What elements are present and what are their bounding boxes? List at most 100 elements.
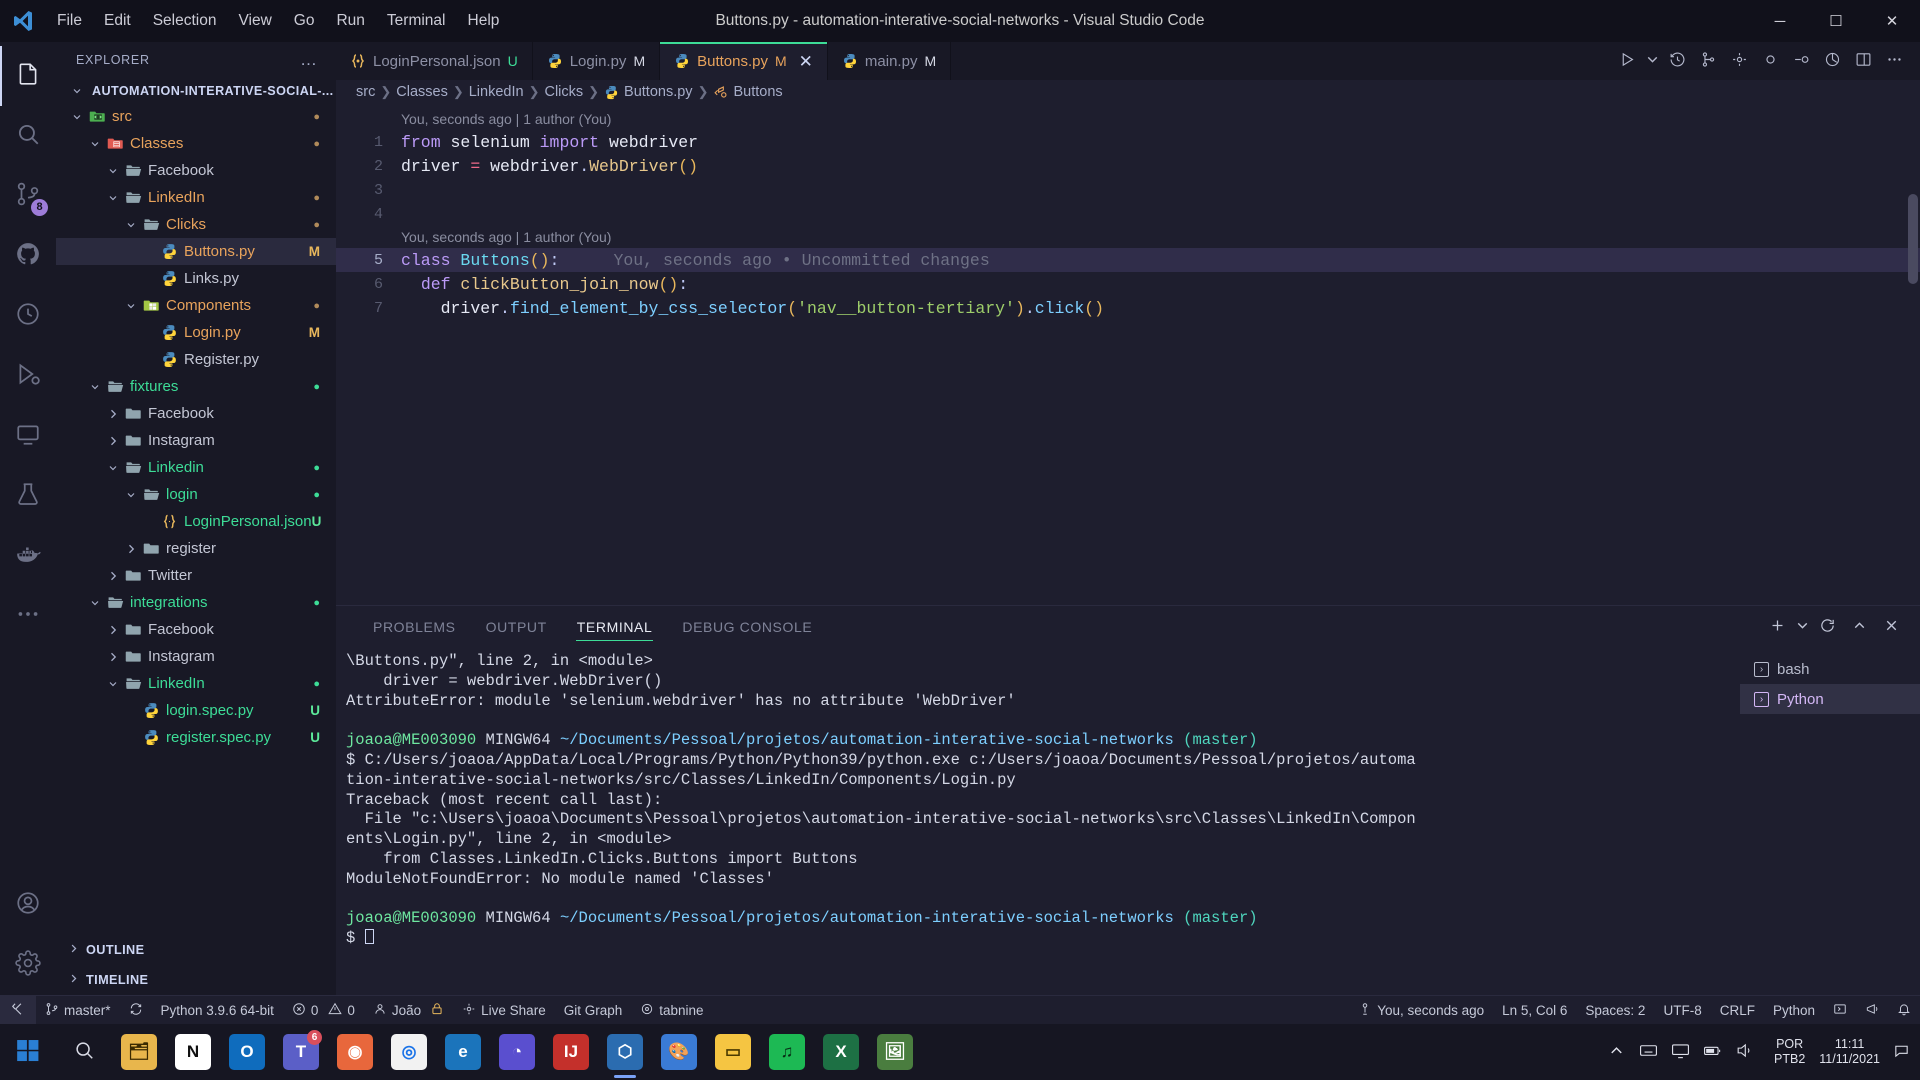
tree-item-register-spec-py[interactable]: register.spec.py U bbox=[56, 724, 336, 751]
remote-window-button[interactable] bbox=[0, 995, 36, 1025]
run-dropdown-button[interactable] bbox=[1644, 46, 1660, 76]
taskbar-app-microsoft-teams[interactable]: T6 bbox=[274, 1024, 328, 1080]
tree-item-integrations[interactable]: integrations ● bbox=[56, 589, 336, 616]
taskbar-app-excel[interactable]: X bbox=[814, 1024, 868, 1080]
tree-item-clicks[interactable]: Clicks ● bbox=[56, 211, 336, 238]
feedback-button[interactable] bbox=[1856, 996, 1888, 1025]
activity-source-control[interactable]: 8 bbox=[0, 166, 56, 226]
activity-timeline[interactable] bbox=[0, 286, 56, 346]
live-share-button[interactable]: Live Share bbox=[453, 996, 555, 1025]
tree-item-facebook[interactable]: Facebook bbox=[56, 616, 336, 643]
tree-item-classes[interactable]: Classes ● bbox=[56, 130, 336, 157]
history-button[interactable] bbox=[1663, 46, 1691, 76]
taskbar-app-internet-explorer[interactable]: e bbox=[436, 1024, 490, 1080]
tree-item-linkedin[interactable]: LinkedIn ● bbox=[56, 670, 336, 697]
maximize-button[interactable]: ☐ bbox=[1808, 0, 1864, 42]
git-graph-button[interactable]: Git Graph bbox=[555, 996, 632, 1025]
taskbar-language-indicator[interactable]: POR PTB2 bbox=[1766, 1037, 1813, 1067]
tabnine-button[interactable]: tabnine bbox=[631, 996, 712, 1025]
maximize-panel-button[interactable] bbox=[1844, 612, 1874, 642]
code-line[interactable]: 3 bbox=[336, 178, 1920, 202]
close-button[interactable]: ✕ bbox=[1864, 0, 1920, 42]
menu-help[interactable]: Help bbox=[457, 7, 511, 35]
taskbar-app-sticky-notes[interactable]: ▭ bbox=[706, 1024, 760, 1080]
taskbar-app-outlook[interactable]: O bbox=[220, 1024, 274, 1080]
code-line[interactable]: 6 def clickButton_join_now(): bbox=[336, 272, 1920, 296]
notifications-button[interactable] bbox=[1888, 996, 1920, 1025]
breadcrumb-item-linkedin[interactable]: LinkedIn bbox=[469, 84, 524, 100]
user-account-button[interactable]: João bbox=[364, 996, 453, 1025]
activity-run-and-debug[interactable] bbox=[0, 346, 56, 406]
panel-tab-problems[interactable]: PROBLEMS bbox=[358, 606, 471, 648]
notification-center-button[interactable] bbox=[1892, 1034, 1910, 1070]
menu-view[interactable]: View bbox=[227, 7, 282, 35]
taskbar-app-photos[interactable]: 🖼 bbox=[868, 1024, 922, 1080]
tree-item-login-spec-py[interactable]: login.spec.py U bbox=[56, 697, 336, 724]
tree-item-twitter[interactable]: Twitter bbox=[56, 562, 336, 589]
code-line[interactable]: 4 bbox=[336, 202, 1920, 226]
tree-item-components[interactable]: Components ● bbox=[56, 292, 336, 319]
taskbar-clock[interactable]: 11:11 11/11/2021 bbox=[1815, 1037, 1890, 1067]
tree-item-facebook[interactable]: Facebook bbox=[56, 400, 336, 427]
panel-tab-output[interactable]: OUTPUT bbox=[471, 606, 562, 648]
breadcrumb-item-clicks[interactable]: Clicks bbox=[544, 84, 583, 100]
tree-item-loginpersonal-json[interactable]: LoginPersonal.json U bbox=[56, 508, 336, 535]
taskbar-app-spotify[interactable]: ♫ bbox=[760, 1024, 814, 1080]
taskbar-app-insomnia[interactable]: ◔ bbox=[490, 1024, 544, 1080]
tab-buttons-py[interactable]: Buttons.py M ✕ bbox=[660, 42, 828, 80]
code-line[interactable]: 2 driver = webdriver.WebDriver() bbox=[336, 154, 1920, 178]
tree-item-buttons-py[interactable]: Buttons.py M bbox=[56, 238, 336, 265]
minimize-button[interactable]: ─ bbox=[1752, 0, 1808, 42]
tree-item-instagram[interactable]: Instagram bbox=[56, 427, 336, 454]
close-panel-button[interactable] bbox=[1876, 612, 1906, 642]
chevron-up-icon[interactable] bbox=[1607, 1041, 1626, 1064]
workspace-root-row[interactable]: AUTOMATION-INTERATIVE-SOCIAL-... bbox=[56, 78, 336, 103]
indentation-button[interactable]: Spaces: 2 bbox=[1576, 996, 1654, 1025]
restart-terminal-button[interactable] bbox=[1812, 612, 1842, 642]
activity-settings[interactable] bbox=[0, 935, 56, 995]
scrollbar-thumb[interactable] bbox=[1908, 194, 1918, 284]
breadcrumb-item-classes[interactable]: Classes bbox=[396, 84, 448, 100]
git-graph-button[interactable] bbox=[1694, 46, 1722, 76]
menu-edit[interactable]: Edit bbox=[93, 7, 142, 35]
sync-changes-button[interactable] bbox=[120, 996, 152, 1025]
problems-button[interactable]: 0 0 bbox=[283, 996, 364, 1025]
tab-loginpersonal-json[interactable]: LoginPersonal.json U bbox=[336, 42, 533, 80]
tree-item-linkedin[interactable]: LinkedIn ● bbox=[56, 184, 336, 211]
eol-button[interactable]: CRLF bbox=[1711, 996, 1764, 1025]
activity-docker[interactable] bbox=[0, 526, 56, 586]
menu-run[interactable]: Run bbox=[325, 7, 375, 35]
taskbar-app-google-chrome[interactable]: ◎ bbox=[382, 1024, 436, 1080]
breadcrumb-item-src[interactable]: src bbox=[356, 84, 375, 100]
tree-item-fixtures[interactable]: fixtures ● bbox=[56, 373, 336, 400]
tree-item-register[interactable]: register bbox=[56, 535, 336, 562]
editor-scrollbar[interactable] bbox=[1906, 104, 1920, 605]
menu-go[interactable]: Go bbox=[283, 7, 326, 35]
taskbar-app-visual-studio-code[interactable]: ⬡ bbox=[598, 1024, 652, 1080]
code-editor[interactable]: .You, seconds ago | 1 author (You)1from … bbox=[336, 104, 1920, 605]
activity-testing[interactable] bbox=[0, 466, 56, 526]
terminal-dropdown-button[interactable] bbox=[1794, 612, 1810, 642]
tree-item-login-py[interactable]: Login.py M bbox=[56, 319, 336, 346]
volume-icon[interactable] bbox=[1735, 1041, 1754, 1064]
timeline-section[interactable]: TIMELINE bbox=[56, 965, 336, 995]
tree-item-src[interactable]: src ● bbox=[56, 103, 336, 130]
menu-selection[interactable]: Selection bbox=[142, 7, 228, 35]
menu-terminal[interactable]: Terminal bbox=[376, 7, 457, 35]
language-mode-button[interactable]: Python bbox=[1764, 996, 1824, 1025]
git-branch-button[interactable]: master* bbox=[36, 996, 120, 1025]
taskbar-app-file-explorer[interactable]: 🗂 bbox=[112, 1024, 166, 1080]
battery-icon[interactable] bbox=[1703, 1041, 1722, 1064]
activity-accounts[interactable] bbox=[0, 875, 56, 935]
open-preview-button[interactable] bbox=[1824, 996, 1856, 1025]
python-interpreter-button[interactable]: Python 3.9.6 64-bit bbox=[152, 996, 283, 1025]
panel-tab-terminal[interactable]: TERMINAL bbox=[562, 606, 668, 648]
tree-item-register-py[interactable]: Register.py bbox=[56, 346, 336, 373]
breadcrumb-item-file[interactable]: Buttons.py bbox=[624, 84, 693, 100]
tab-login-py[interactable]: Login.py M bbox=[532, 42, 661, 80]
tree-item-linkedin[interactable]: Linkedin ● bbox=[56, 454, 336, 481]
new-terminal-button[interactable] bbox=[1762, 612, 1792, 642]
code-line[interactable]: 5 class Buttons(): You, seconds ago • Unco… bbox=[336, 248, 1920, 272]
menu-file[interactable]: File bbox=[46, 7, 93, 35]
encoding-button[interactable]: UTF-8 bbox=[1654, 996, 1710, 1025]
